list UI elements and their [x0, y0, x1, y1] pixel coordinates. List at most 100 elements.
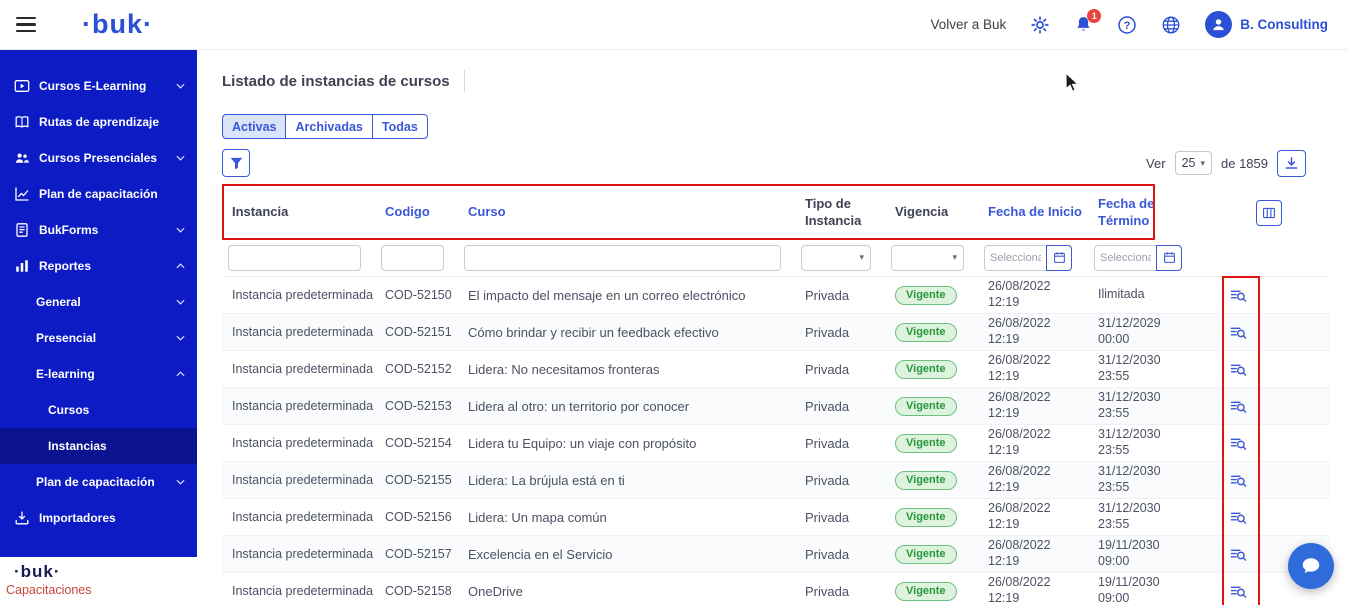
sidebar-item-importadores[interactable]: Importadores — [0, 500, 197, 536]
sidebar-item-cursos-e-learning[interactable]: Cursos E-Learning — [0, 68, 197, 104]
sidebar-item-e-learning[interactable]: E-learning — [0, 356, 197, 392]
sidebar-item-label: Cursos E-Learning — [39, 79, 146, 93]
hamburger-menu-button[interactable] — [16, 13, 40, 37]
filter-tipo-select[interactable]: ▾ — [801, 245, 871, 271]
sidebar-item-bukforms[interactable]: BukForms — [0, 212, 197, 248]
chevron-down-icon — [176, 83, 185, 89]
inicio-date: 26/08/2022 — [988, 575, 1088, 591]
cell-fecha-termino: 19/11/2030 09:00 — [1088, 575, 1200, 605]
cell-vigencia: Vigente — [885, 508, 978, 527]
inicio-time: 12:19 — [988, 554, 1088, 570]
column-header-vigencia: Vigencia — [885, 204, 978, 220]
view-detail-button[interactable] — [1228, 508, 1249, 527]
sidebar-item-plan-de-capacitacion[interactable]: Plan de capacitación — [0, 176, 197, 212]
fecha-inicio-calendar-button[interactable] — [1046, 245, 1072, 271]
cell-tipo-instancia: Privada — [795, 288, 885, 303]
cell-actions — [1200, 471, 1330, 490]
tabs: ActivasArchivadasTodas — [222, 114, 428, 139]
sidebar-item-plan-de-capacitacion[interactable]: Plan de capacitación — [0, 464, 197, 500]
termino-date: Ilimitada — [1098, 287, 1200, 303]
status-badge: Vigente — [895, 582, 957, 601]
chevron-down-icon — [176, 479, 185, 485]
view-detail-button[interactable] — [1228, 545, 1249, 564]
chat-widget-button[interactable] — [1288, 543, 1334, 589]
sidebar-item-cursos[interactable]: Cursos — [0, 392, 197, 428]
sidebar-item-general[interactable]: General — [0, 284, 197, 320]
column-header-tipo-de-instancia: Tipo de Instancia — [795, 196, 885, 229]
cell-instancia: Instancia predeterminada — [222, 472, 375, 488]
view-detail-button[interactable] — [1228, 471, 1249, 490]
cell-actions — [1200, 397, 1330, 416]
column-header-fecha-de-termino[interactable]: Fecha de Término — [1088, 196, 1200, 229]
sidebar-item-cursos-presenciales[interactable]: Cursos Presenciales — [0, 140, 197, 176]
view-detail-button[interactable] — [1228, 286, 1249, 305]
inicio-time: 12:19 — [988, 406, 1088, 422]
cell-curso: Lidera tu Equipo: un viaje con propósito — [458, 436, 795, 451]
filter-button[interactable] — [222, 149, 250, 177]
table-body: Instancia predeterminada COD-52150 El im… — [222, 277, 1330, 605]
column-header-codigo[interactable]: Codigo — [375, 204, 458, 220]
tab-activas[interactable]: Activas — [222, 114, 286, 139]
cell-fecha-termino: Ilimitada — [1088, 287, 1200, 303]
sidebar-item-rutas-de-aprendizaje[interactable]: Rutas de aprendizaje — [0, 104, 197, 140]
status-badge: Vigente — [895, 323, 957, 342]
cell-instancia: Instancia predeterminada — [222, 398, 375, 414]
sidebar-nav: Cursos E-LearningRutas de aprendizajeCur… — [0, 50, 197, 557]
column-settings-button[interactable] — [1256, 200, 1282, 226]
inicio-time: 12:19 — [988, 443, 1088, 459]
column-header-curso[interactable]: Curso — [458, 204, 795, 220]
view-detail-button[interactable] — [1228, 323, 1249, 342]
table-filter-row: ▾ ▾ — [222, 239, 1330, 277]
cell-instancia: Instancia predeterminada — [222, 583, 375, 599]
language-globe-button[interactable] — [1161, 15, 1181, 35]
inicio-date: 26/08/2022 — [988, 316, 1088, 332]
download-button[interactable] — [1277, 150, 1306, 177]
chart-line-icon — [14, 186, 30, 202]
sidebar-item-presencial[interactable]: Presencial — [0, 320, 197, 356]
download-icon — [1284, 156, 1299, 171]
filter-instancia-input[interactable] — [228, 245, 361, 271]
cell-fecha-inicio: 26/08/2022 12:19 — [978, 501, 1088, 532]
topbar-actions: Volver a Buk 1 ? — [930, 11, 1328, 38]
sidebar-item-label: E-learning — [36, 367, 95, 381]
chevron-down-icon — [176, 299, 185, 305]
user-menu[interactable]: B. Consulting — [1205, 11, 1328, 38]
table-row: Instancia predeterminada COD-52153 Lider… — [222, 388, 1330, 425]
tab-todas[interactable]: Todas — [373, 114, 428, 139]
sidebar-item-reportes[interactable]: Reportes — [0, 248, 197, 284]
filter-vigencia-select[interactable]: ▾ — [891, 245, 964, 271]
tab-archivadas[interactable]: Archivadas — [286, 114, 372, 139]
notifications-bell-button[interactable]: 1 — [1074, 15, 1093, 34]
detail-search-icon — [1230, 399, 1247, 414]
cell-tipo-instancia: Privada — [795, 436, 885, 451]
page-size-select[interactable]: 25 ▾ — [1175, 151, 1212, 175]
sidebar-item-instancias[interactable]: Instancias — [0, 428, 197, 464]
column-header-fecha-de-inicio[interactable]: Fecha de Inicio — [978, 204, 1088, 220]
termino-time: 00:00 — [1098, 332, 1200, 348]
view-detail-button[interactable] — [1228, 582, 1249, 601]
cell-codigo: COD-52155 — [375, 472, 458, 488]
sidebar-item-label: Reportes — [39, 259, 91, 273]
cell-fecha-termino: 31/12/2030 23:55 — [1088, 427, 1200, 458]
fecha-termino-calendar-button[interactable] — [1156, 245, 1182, 271]
toolbar: Ver 25 ▾ de 1859 — [222, 149, 1323, 177]
view-detail-button[interactable] — [1228, 397, 1249, 416]
termino-date: 31/12/2029 — [1098, 316, 1200, 332]
table-header-action-cell — [1200, 200, 1330, 226]
user-avatar-icon — [1205, 11, 1232, 38]
svg-text:?: ? — [1124, 20, 1131, 32]
cell-tipo-instancia: Privada — [795, 399, 885, 414]
filter-fecha-inicio-input[interactable] — [984, 245, 1046, 271]
settings-gear-button[interactable] — [1030, 15, 1050, 35]
volver-a-buk-link[interactable]: Volver a Buk — [930, 17, 1006, 32]
import-icon — [14, 510, 30, 526]
view-detail-button[interactable] — [1228, 360, 1249, 379]
help-button[interactable]: ? — [1117, 15, 1137, 35]
cell-curso: El impacto del mensaje en un correo elec… — [458, 288, 795, 303]
filter-fecha-termino-input[interactable] — [1094, 245, 1156, 271]
cell-tipo-instancia: Privada — [795, 325, 885, 340]
filter-curso-input[interactable] — [464, 245, 781, 271]
filter-codigo-input[interactable] — [381, 245, 444, 271]
view-detail-button[interactable] — [1228, 434, 1249, 453]
inicio-date: 26/08/2022 — [988, 353, 1088, 369]
